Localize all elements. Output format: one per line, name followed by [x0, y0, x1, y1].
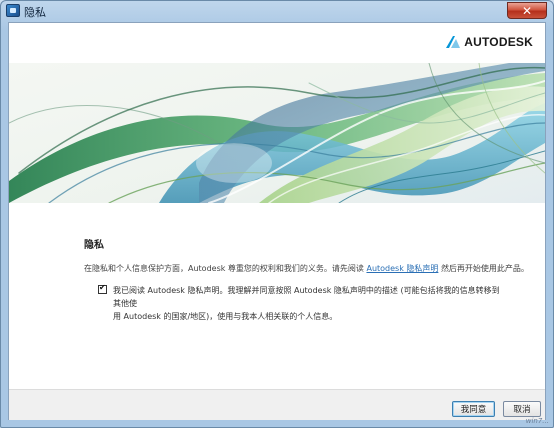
- intro-text-before: 在隐私和个人信息保护方面，Autodesk 尊重您的权利和我们的义务。请先阅读: [84, 264, 364, 273]
- logo-text: AUTODESK: [464, 35, 533, 49]
- cancel-button[interactable]: 取消: [503, 401, 541, 417]
- agreement-line-2: 用 Autodesk 的国家/地区)，使用与我本人相关联的个人信息。: [113, 312, 338, 321]
- autodesk-logo: AUTODESK: [446, 35, 533, 49]
- window-title: 隐私: [24, 6, 46, 19]
- button-bar: 我同意 取消: [9, 389, 545, 420]
- page-heading: 隐私: [84, 240, 104, 251]
- agreement-line-1: 我已阅读 Autodesk 隐私声明。我理解并同意按照 Autodesk 隐私声…: [113, 286, 500, 308]
- dialog-window: 隐私 ✕ AUTODESK 隐私 在隐私和个人信息保护方面，Autodesk 尊…: [0, 0, 554, 428]
- title-bar[interactable]: 隐私 ✕: [1, 1, 553, 21]
- close-button[interactable]: ✕: [507, 2, 547, 19]
- app-icon: [6, 4, 20, 17]
- agreement-text: 我已阅读 Autodesk 隐私声明。我理解并同意按照 Autodesk 隐私声…: [113, 284, 503, 323]
- agreement-checkbox[interactable]: [98, 283, 107, 294]
- watermark-text: win7...: [525, 417, 549, 425]
- header: AUTODESK: [9, 23, 545, 63]
- privacy-intro-text: 在隐私和个人信息保护方面，Autodesk 尊重您的权利和我们的义务。请先阅读 …: [84, 263, 529, 274]
- banner-image: [9, 63, 545, 203]
- close-icon: ✕: [521, 3, 533, 18]
- content-area: AUTODESK 隐私 在隐私和个人信息保护方面，Autodesk 尊重您的权利…: [8, 22, 546, 420]
- abstract-ribbon-artwork: [9, 63, 545, 203]
- autodesk-logo-icon: [446, 36, 461, 48]
- agree-button[interactable]: 我同意: [452, 401, 495, 417]
- intro-text-after: 然后再开始使用此产品。: [440, 264, 529, 273]
- privacy-statement-link[interactable]: Autodesk 隐私声明: [366, 264, 438, 273]
